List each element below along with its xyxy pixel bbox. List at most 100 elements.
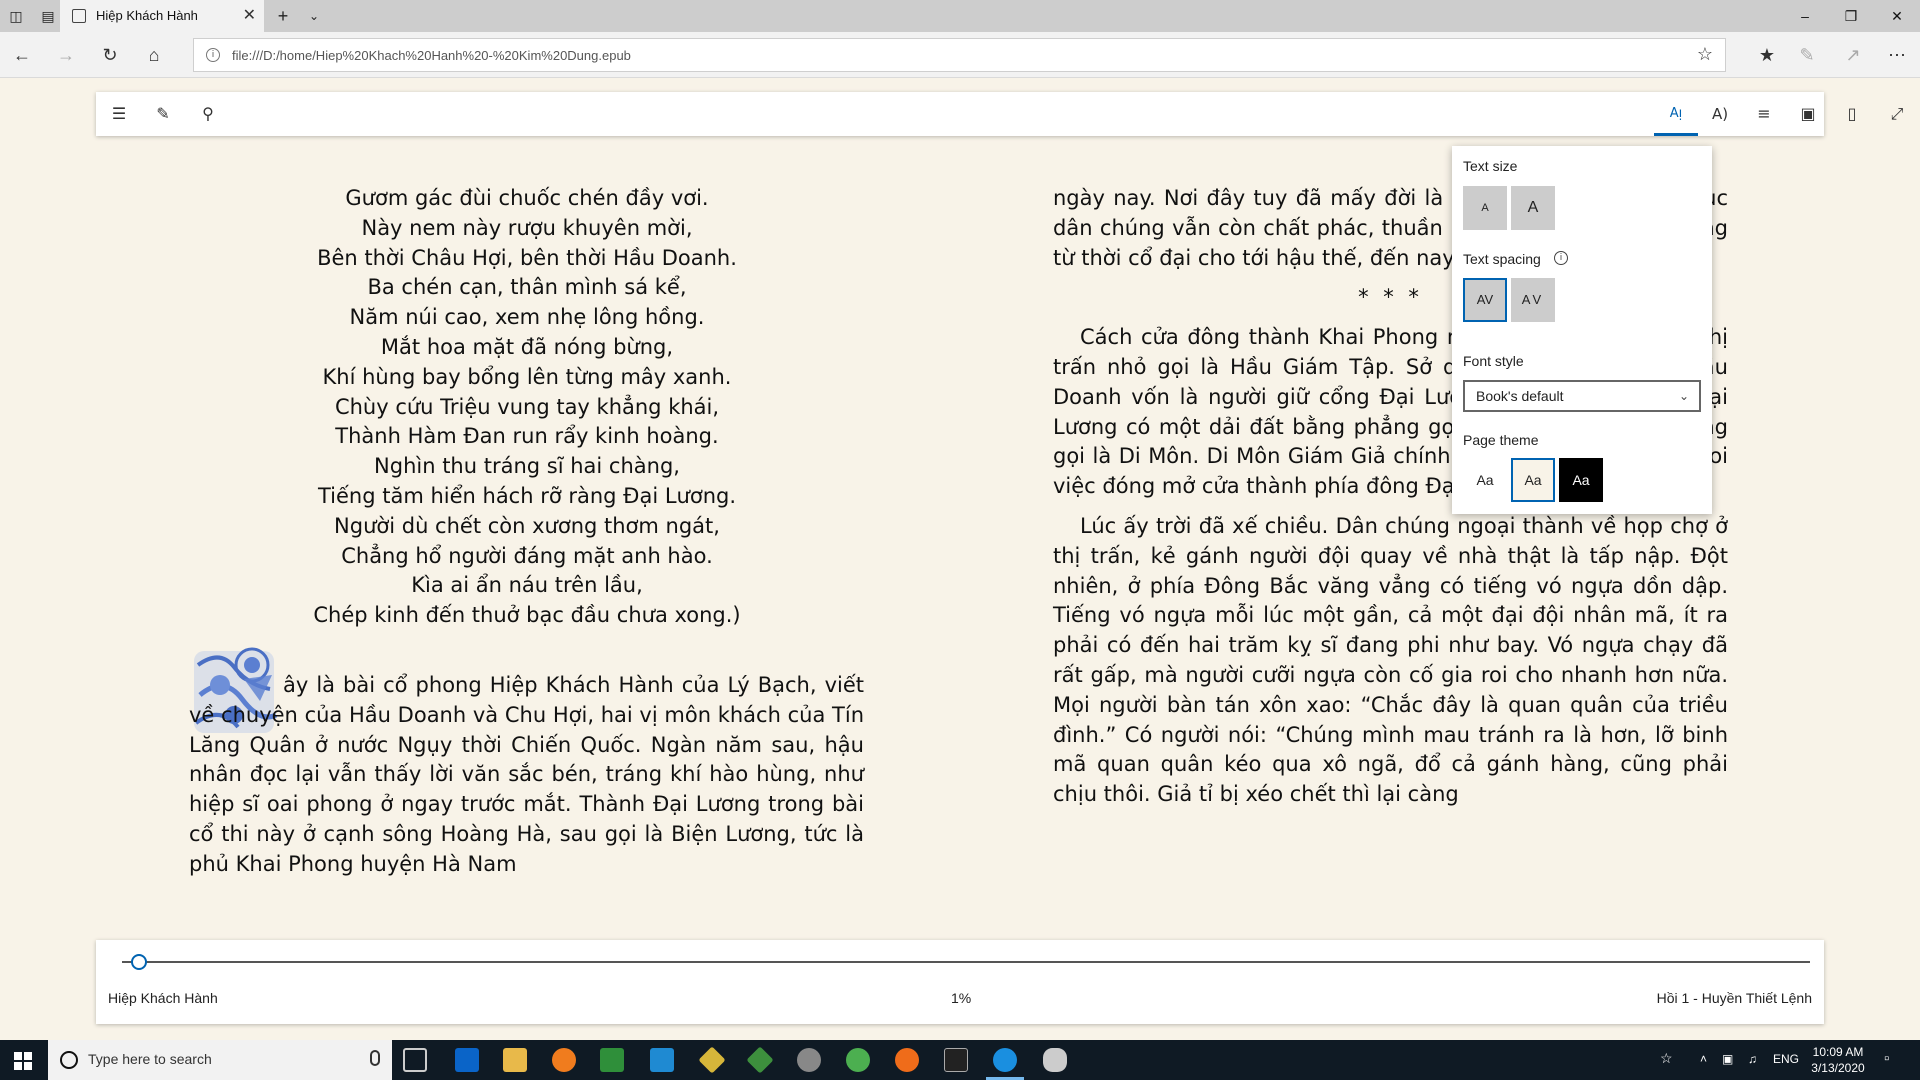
read-aloud-icon[interactable]: A) (1709, 103, 1731, 125)
favorite-star-icon[interactable]: ☆ (1697, 44, 1713, 65)
time: 10:09 AM (1812, 1045, 1864, 1059)
font-style-select[interactable]: Book's default ⌄ (1463, 380, 1701, 412)
sublime-icon[interactable] (552, 1048, 576, 1072)
learning-tools-icon[interactable]: ≡ (1753, 103, 1775, 125)
title-bar: ◫ ▤ Hiệp Khách Hành ✕ + ⌄ – ❐ ✕ (0, 0, 1920, 32)
progress-thumb[interactable] (130, 954, 147, 970)
minimize-button[interactable]: – (1782, 0, 1828, 32)
more-icon[interactable]: ⋯ (1886, 44, 1908, 66)
poem-line: Chẳng hổ người đáng mặt anh hào. (341, 543, 713, 568)
poem-line: Gươm gác đùi chuốc chén đầy vơi. (345, 186, 709, 210)
action-center-icon[interactable]: ▫ (1884, 1050, 1889, 1067)
info-icon[interactable]: i (1554, 251, 1568, 265)
reader-toolbar: ☰ ✎ ⚲ Aᴉ A) ≡ ▣ ▯ ⤢ (96, 92, 1903, 136)
refresh-icon[interactable]: ↻ (99, 44, 121, 66)
git-icon[interactable] (698, 1046, 726, 1074)
poem-line: Ba chén cạn, thân mình sá kể, (367, 275, 687, 300)
theme-dark-button[interactable]: Aa (1559, 458, 1603, 502)
text-options-panel: Text size A A Text spacing i AV AV Font … (1452, 146, 1712, 514)
back-icon[interactable]: ← (11, 44, 33, 66)
poem-line: Chùy cứu Triệu vung tay khẳng khái, (334, 394, 720, 419)
people-icon[interactable]: ☆ (1660, 1050, 1673, 1067)
input-language[interactable]: ENG (1773, 1052, 1799, 1066)
show-hidden-icons-icon[interactable]: ˄ (1700, 1052, 1707, 1066)
taskbar-search-box[interactable]: Type here to search (48, 1040, 392, 1080)
progress-track[interactable] (122, 961, 1810, 963)
tab-preview-chevron-icon[interactable]: ⌄ (306, 8, 322, 24)
wide-spacing-button[interactable]: AV (1511, 278, 1555, 322)
table-of-contents-icon[interactable]: ☰ (108, 103, 130, 125)
book-title: Hiệp Khách Hành (108, 990, 218, 1006)
page-theme-label: Page theme (1463, 432, 1539, 448)
search-placeholder: Type here to search (88, 1051, 212, 1067)
text-size-label: Text size (1463, 158, 1518, 174)
close-tab-icon[interactable]: ✕ (243, 5, 256, 25)
terminal-icon[interactable] (944, 1048, 968, 1072)
search-icon[interactable]: ⚲ (197, 103, 219, 125)
font-style-value: Book's default (1476, 388, 1564, 404)
vscode-icon[interactable] (650, 1048, 674, 1072)
edge-icon[interactable] (993, 1048, 1017, 1072)
progress-percent: 1% (951, 990, 972, 1006)
close-window-button[interactable]: ✕ (1874, 0, 1920, 32)
address-bar[interactable]: i file:///D:/home/Hiep%20Khach%20Hanh%20… (193, 38, 1726, 72)
poem-line: Tiếng tăm hiển hách rỡ ràng Đại Lương. (317, 483, 737, 508)
glasses-icon[interactable] (797, 1048, 821, 1072)
date: 3/13/2020 (1811, 1061, 1865, 1075)
restore-button[interactable]: ❐ (1828, 0, 1874, 32)
web-note-icon[interactable]: ✎ (1796, 44, 1818, 66)
notes-icon[interactable]: ✎ (152, 103, 174, 125)
poem-line: Thành Hàm Đan run rẩy kinh hoàng. (335, 424, 719, 449)
outlook-icon[interactable] (455, 1048, 479, 1072)
poem-line: Mắt hoa mặt đã nóng bừng, (380, 334, 674, 359)
navigation-bar: ← → ↻ ⌂ i file:///D:/home/Hiep%20Khach%2… (0, 32, 1920, 78)
poem-line: Nghìn thu tráng sĩ hai chàng, (374, 454, 680, 479)
spreadsheet-icon[interactable] (600, 1048, 624, 1072)
active-tool-indicator (1654, 133, 1698, 136)
bookmark-icon[interactable]: ▯ (1841, 103, 1863, 125)
chevron-down-icon: ⌄ (1678, 389, 1689, 403)
left-page-poem: Gươm gác đùi chuốc chén đầy vơi. Này nem… (189, 184, 865, 631)
set-tabs-aside-icon[interactable]: ▤ (40, 8, 56, 24)
windows-start-icon[interactable] (14, 1052, 32, 1070)
increase-text-size-button[interactable]: A (1511, 186, 1555, 230)
paint-icon[interactable] (1043, 1048, 1067, 1072)
chapter-title[interactable]: Hồi 1 - Huyền Thiết Lệnh (1657, 990, 1812, 1006)
microphone-icon[interactable] (370, 1050, 380, 1066)
poem-line: Kìa ai ẩn náu trên lầu, (411, 573, 643, 598)
forward-icon[interactable]: → (55, 44, 77, 66)
map-tool-icon[interactable] (746, 1046, 774, 1074)
poem-line: Khí hùng bay bổng lên từng mây xanh. (322, 364, 732, 389)
new-tab-icon[interactable]: + (275, 7, 291, 25)
file-explorer-icon[interactable] (503, 1048, 527, 1072)
hs-app-icon[interactable] (846, 1048, 870, 1072)
reading-progress-bar: Hiệp Khách Hành 1% Hồi 1 - Huyền Thiết L… (96, 940, 1824, 1024)
home-icon[interactable]: ⌂ (143, 44, 165, 66)
volume-icon[interactable]: ♫ (1748, 1052, 1757, 1066)
poem-line: Này nem này rượu khuyên mời, (361, 215, 693, 240)
save-icon[interactable]: ▣ (1797, 103, 1819, 125)
poem-line: Người dù chết còn xương thơm ngát, (334, 513, 720, 538)
text-options-icon[interactable]: Aᴉ (1665, 103, 1687, 125)
cortana-icon (60, 1051, 78, 1069)
page-icon (72, 9, 86, 23)
task-view-icon[interactable] (403, 1048, 427, 1072)
clock[interactable]: 10:09 AM 3/13/2020 (1806, 1044, 1870, 1076)
fullscreen-icon[interactable]: ⤢ (1886, 103, 1908, 125)
poem-line: Bên thời Châu Hợi, bên thời Hầu Doanh. (317, 245, 737, 270)
left-page-body: ây là bài cổ phong Hiệp Khách Hành của L… (189, 671, 864, 880)
intro-paragraph: ây là bài cổ phong Hiệp Khách Hành của L… (189, 673, 864, 876)
tab-actions-icon[interactable]: ◫ (8, 8, 24, 24)
narrow-spacing-button[interactable]: AV (1463, 278, 1507, 322)
decrease-text-size-button[interactable]: A (1463, 186, 1507, 230)
network-icon[interactable]: ▣ (1722, 1052, 1733, 1066)
taskbar: Type here to search ☆ ˄ ▣ ♫ ENG 10:09 AM… (0, 1040, 1920, 1080)
site-info-icon[interactable]: i (206, 48, 220, 62)
favorites-icon[interactable]: ★ (1756, 44, 1778, 66)
theme-light-button[interactable]: Aa (1463, 458, 1507, 502)
share-icon[interactable]: ↗ (1842, 44, 1864, 66)
brave-icon[interactable] (895, 1048, 919, 1072)
browser-tab[interactable]: Hiệp Khách Hành ✕ (60, 0, 264, 32)
theme-sepia-button[interactable]: Aa (1511, 458, 1555, 502)
url-text[interactable]: file:///D:/home/Hiep%20Khach%20Hanh%20-%… (232, 48, 631, 63)
